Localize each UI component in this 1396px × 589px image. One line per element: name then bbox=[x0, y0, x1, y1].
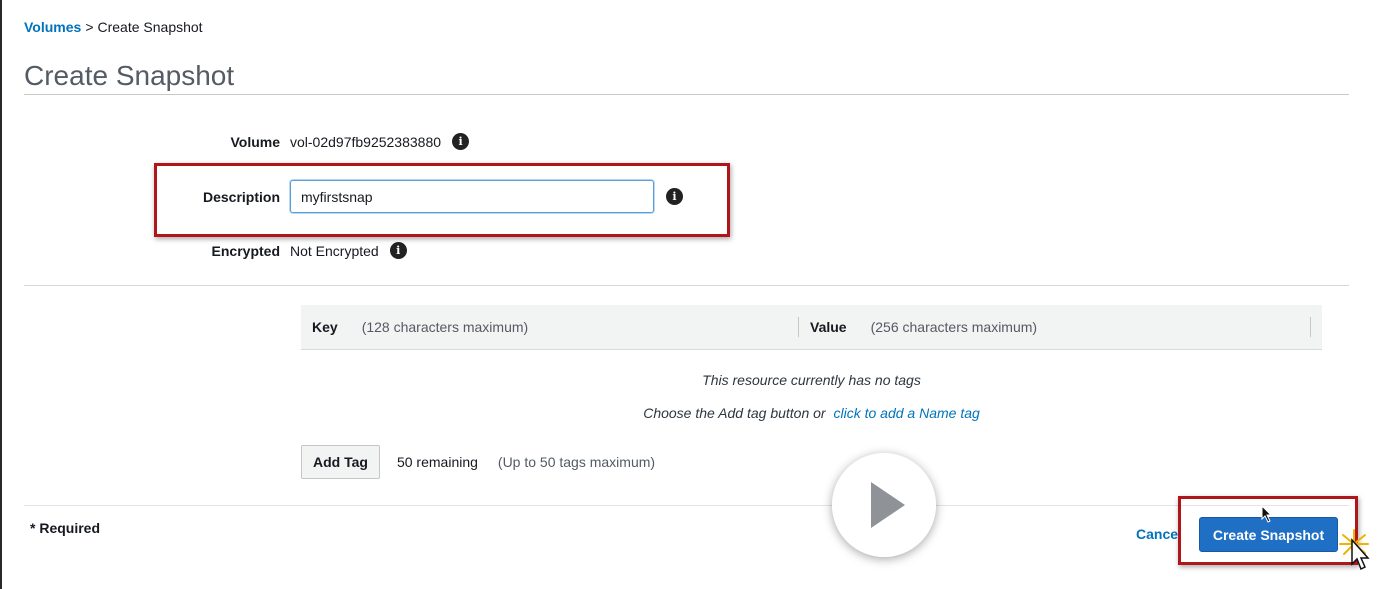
page-title: Create Snapshot bbox=[24, 60, 235, 91]
encrypted-value: Not Encrypted bbox=[290, 242, 379, 259]
info-icon[interactable]: i bbox=[452, 133, 470, 150]
tags-value-column: Value (256 characters maximum) bbox=[798, 317, 1311, 337]
tags-remaining: 50 remaining bbox=[396, 454, 478, 470]
tags-value-header: Value bbox=[810, 319, 847, 335]
breadcrumb-volumes-link[interactable]: Volumes bbox=[24, 19, 81, 35]
description-input[interactable] bbox=[290, 180, 654, 213]
footer-divider bbox=[24, 505, 1349, 506]
breadcrumb-current: Create Snapshot bbox=[97, 19, 203, 35]
tags-value-hint: (256 characters maximum) bbox=[870, 319, 1038, 335]
add-name-tag-link[interactable]: click to add a Name tag bbox=[833, 405, 979, 421]
tags-key-column: Key (128 characters maximum) bbox=[301, 317, 798, 337]
add-tag-row: Add Tag 50 remaining (Up to 50 tags maxi… bbox=[301, 445, 655, 479]
add-tag-hint: Choose the Add tag button or click to ad… bbox=[301, 405, 1322, 421]
encrypted-label: Encrypted bbox=[211, 242, 280, 259]
tags-key-hint: (128 characters maximum) bbox=[361, 319, 529, 335]
title-divider bbox=[24, 94, 1349, 95]
volume-row: Volume vol-02d97fb9252383880 i bbox=[2, 133, 470, 150]
info-icon[interactable]: i bbox=[389, 242, 407, 259]
volume-value: vol-02d97fb9252383880 bbox=[290, 133, 442, 150]
tags-max-note: (Up to 50 tags maximum) bbox=[497, 454, 656, 470]
no-tags-message: This resource currently has no tags bbox=[702, 372, 921, 388]
create-snapshot-page: Volumes > Create Snapshot Create Snapshot … bbox=[0, 0, 1396, 589]
play-icon bbox=[871, 482, 905, 528]
tags-key-header: Key bbox=[312, 319, 338, 335]
description-label: Description bbox=[202, 188, 280, 205]
mouse-pointer-icon bbox=[1261, 505, 1273, 523]
breadcrumb-separator: > bbox=[85, 19, 94, 35]
volume-label: Volume bbox=[230, 133, 280, 150]
info-icon[interactable]: i bbox=[666, 188, 683, 205]
click-burst-icon bbox=[1339, 529, 1370, 571]
required-note: * Required bbox=[30, 520, 101, 536]
section-divider bbox=[24, 285, 1349, 286]
encrypted-row: Encrypted Not Encrypted i bbox=[2, 242, 407, 259]
cancel-link[interactable]: Cancel bbox=[1136, 526, 1182, 542]
video-play-button[interactable] bbox=[832, 453, 936, 557]
add-tag-button[interactable]: Add Tag bbox=[301, 445, 380, 479]
description-row: Description i bbox=[2, 180, 683, 213]
tags-table-header: Key (128 characters maximum) Value (256 … bbox=[301, 305, 1322, 350]
add-tag-hint-text: Choose the Add tag button or bbox=[643, 405, 826, 421]
breadcrumb: Volumes > Create Snapshot bbox=[24, 19, 203, 35]
